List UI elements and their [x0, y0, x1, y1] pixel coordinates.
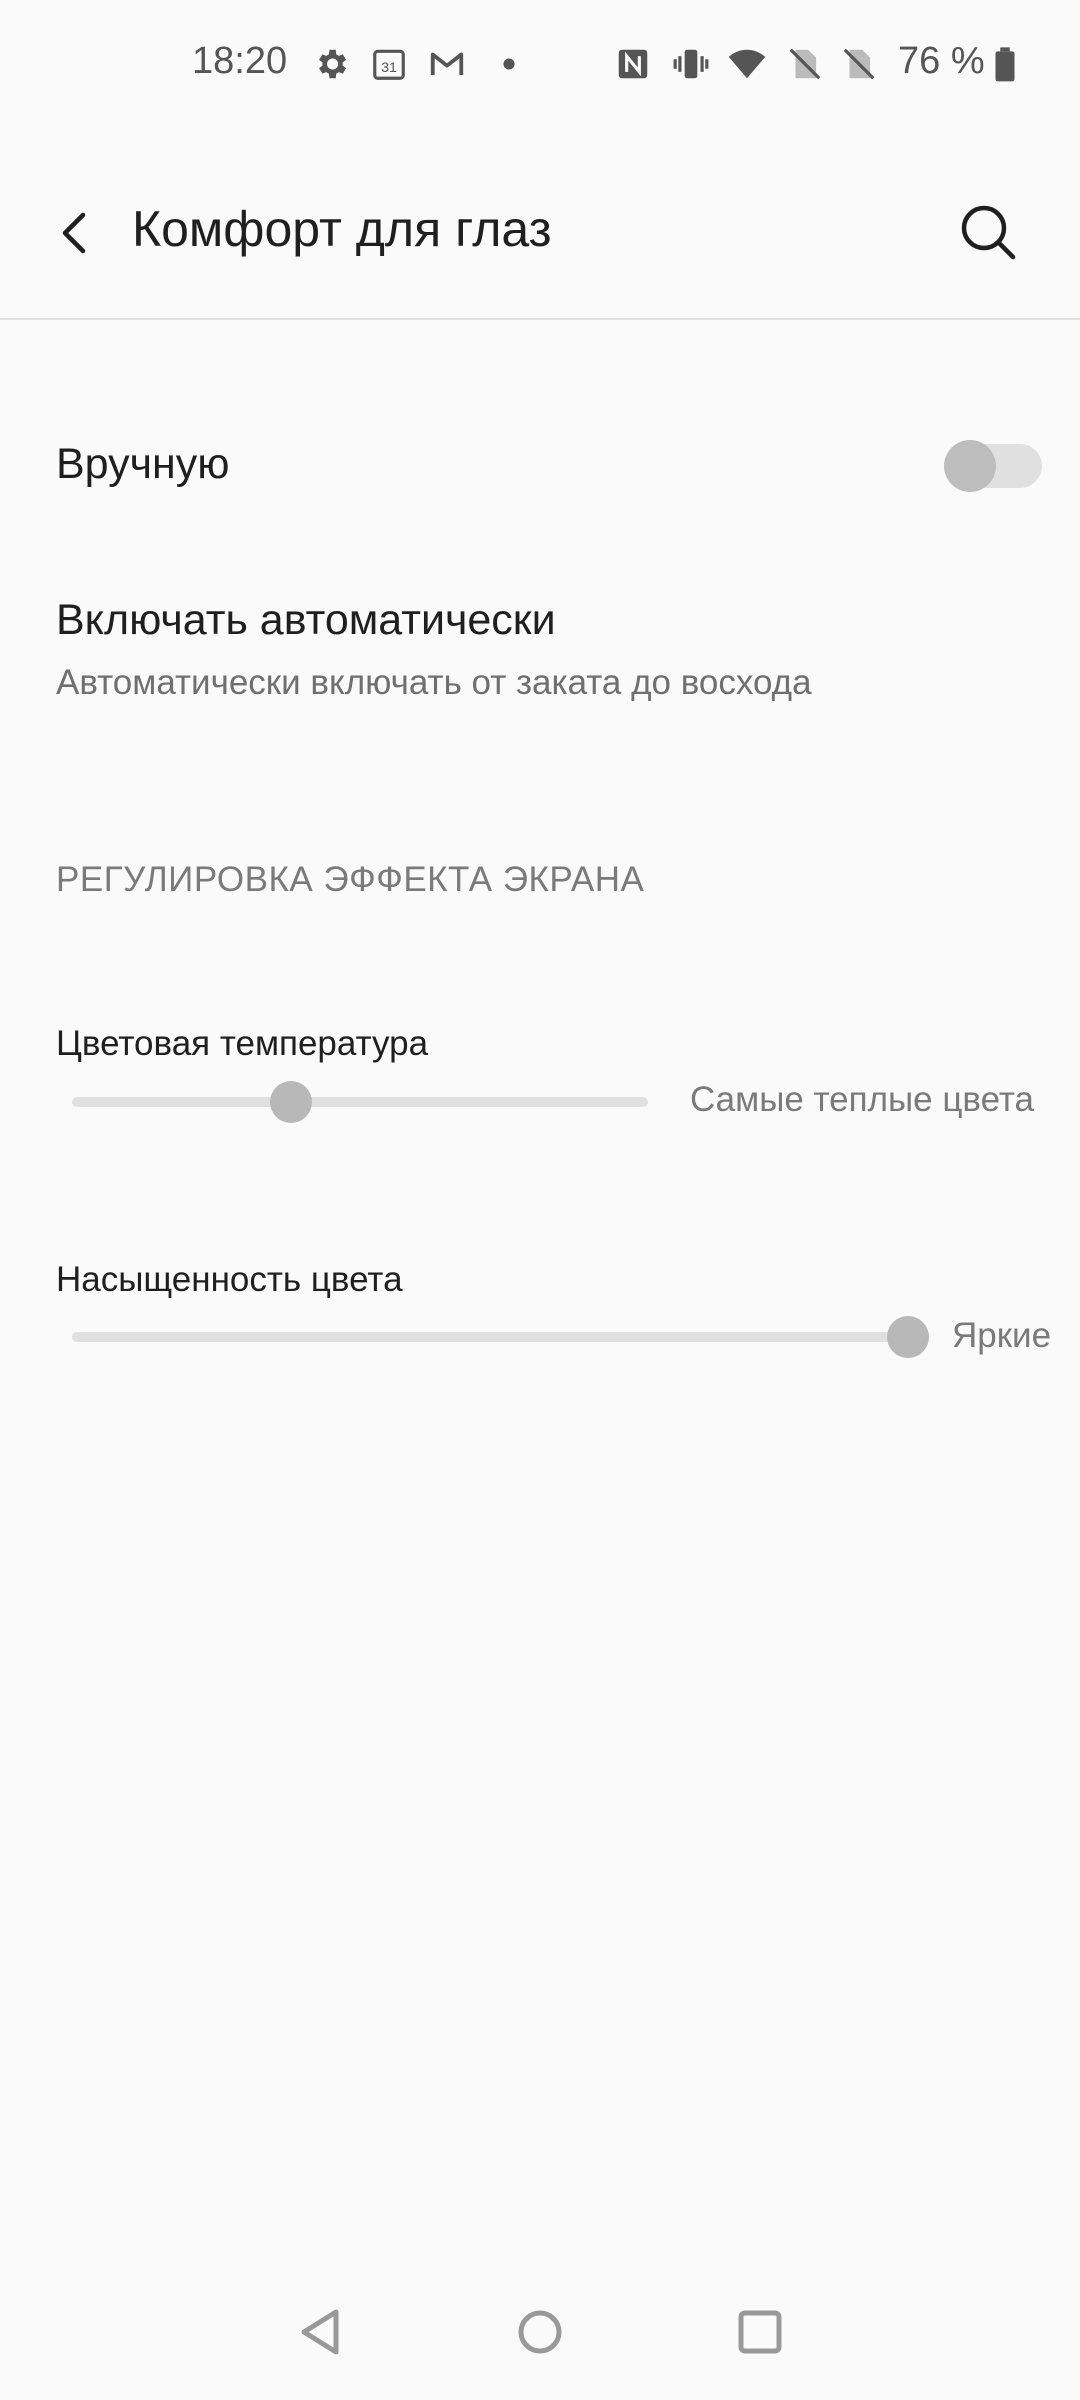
saturation-value: Яркие: [952, 1316, 1052, 1355]
auto-schedule-subtitle: Автоматически включать от заката до восх…: [56, 663, 812, 702]
eye-comfort-screen: 18:20 31 76 % Комфорт для глаз Вручную В…: [0, 0, 1080, 2400]
nav-back-button[interactable]: [292, 2302, 352, 2362]
settings-icon: [319, 49, 347, 79]
color-temperature-slider[interactable]: [72, 1097, 648, 1107]
nav-home-button[interactable]: [510, 2302, 570, 2362]
search-button[interactable]: [950, 194, 1026, 270]
vibrate-icon: [673, 49, 709, 79]
arrow-back-icon: [62, 212, 86, 254]
no-sim-icon: [843, 48, 875, 80]
wifi-icon: [728, 49, 766, 79]
dot-icon: [503, 58, 515, 70]
section-header: РЕГУЛИРОВКА ЭФФЕКТА ЭКРАНА: [56, 860, 645, 899]
top-app-bar: Комфорт для глаз: [0, 128, 1080, 318]
color-temperature-value: Самые теплые цвета: [690, 1080, 1035, 1119]
nfc-icon: [618, 49, 648, 79]
no-sim-icon: [789, 48, 821, 80]
manual-toggle[interactable]: [944, 440, 1042, 492]
auto-schedule-title: Включать автоматически: [56, 596, 556, 644]
saturation-slider[interactable]: [72, 1332, 908, 1342]
recents-nav-icon: [738, 2310, 782, 2354]
manual-title: Вручную: [56, 440, 230, 488]
app-bar-divider: [0, 318, 1080, 320]
gmail-icon: [430, 52, 464, 76]
calendar-day-text: 31: [381, 60, 397, 76]
saturation-slider-thumb[interactable]: [887, 1316, 929, 1358]
toggle-thumb: [944, 440, 996, 492]
status-bar: 18:20 31 76 %: [0, 0, 1080, 128]
calendar-icon: 31: [373, 49, 405, 80]
search-icon: [961, 205, 1016, 260]
battery-icon: [995, 47, 1015, 82]
nav-recents-button[interactable]: [730, 2302, 790, 2362]
color-temperature-label: Цветовая температура: [56, 1024, 429, 1063]
saturation-label: Насыщенность цвета: [56, 1260, 403, 1299]
color-temperature-slider-thumb[interactable]: [269, 1081, 312, 1123]
page-title: Комфорт для глаз: [132, 201, 552, 257]
back-nav-icon: [301, 2309, 339, 2355]
navigation-bar: [0, 2280, 1080, 2400]
status-time: 18:20: [192, 40, 288, 82]
home-nav-icon: [518, 2310, 562, 2354]
battery-percent: 76 %: [898, 40, 985, 82]
back-button[interactable]: [40, 198, 110, 268]
